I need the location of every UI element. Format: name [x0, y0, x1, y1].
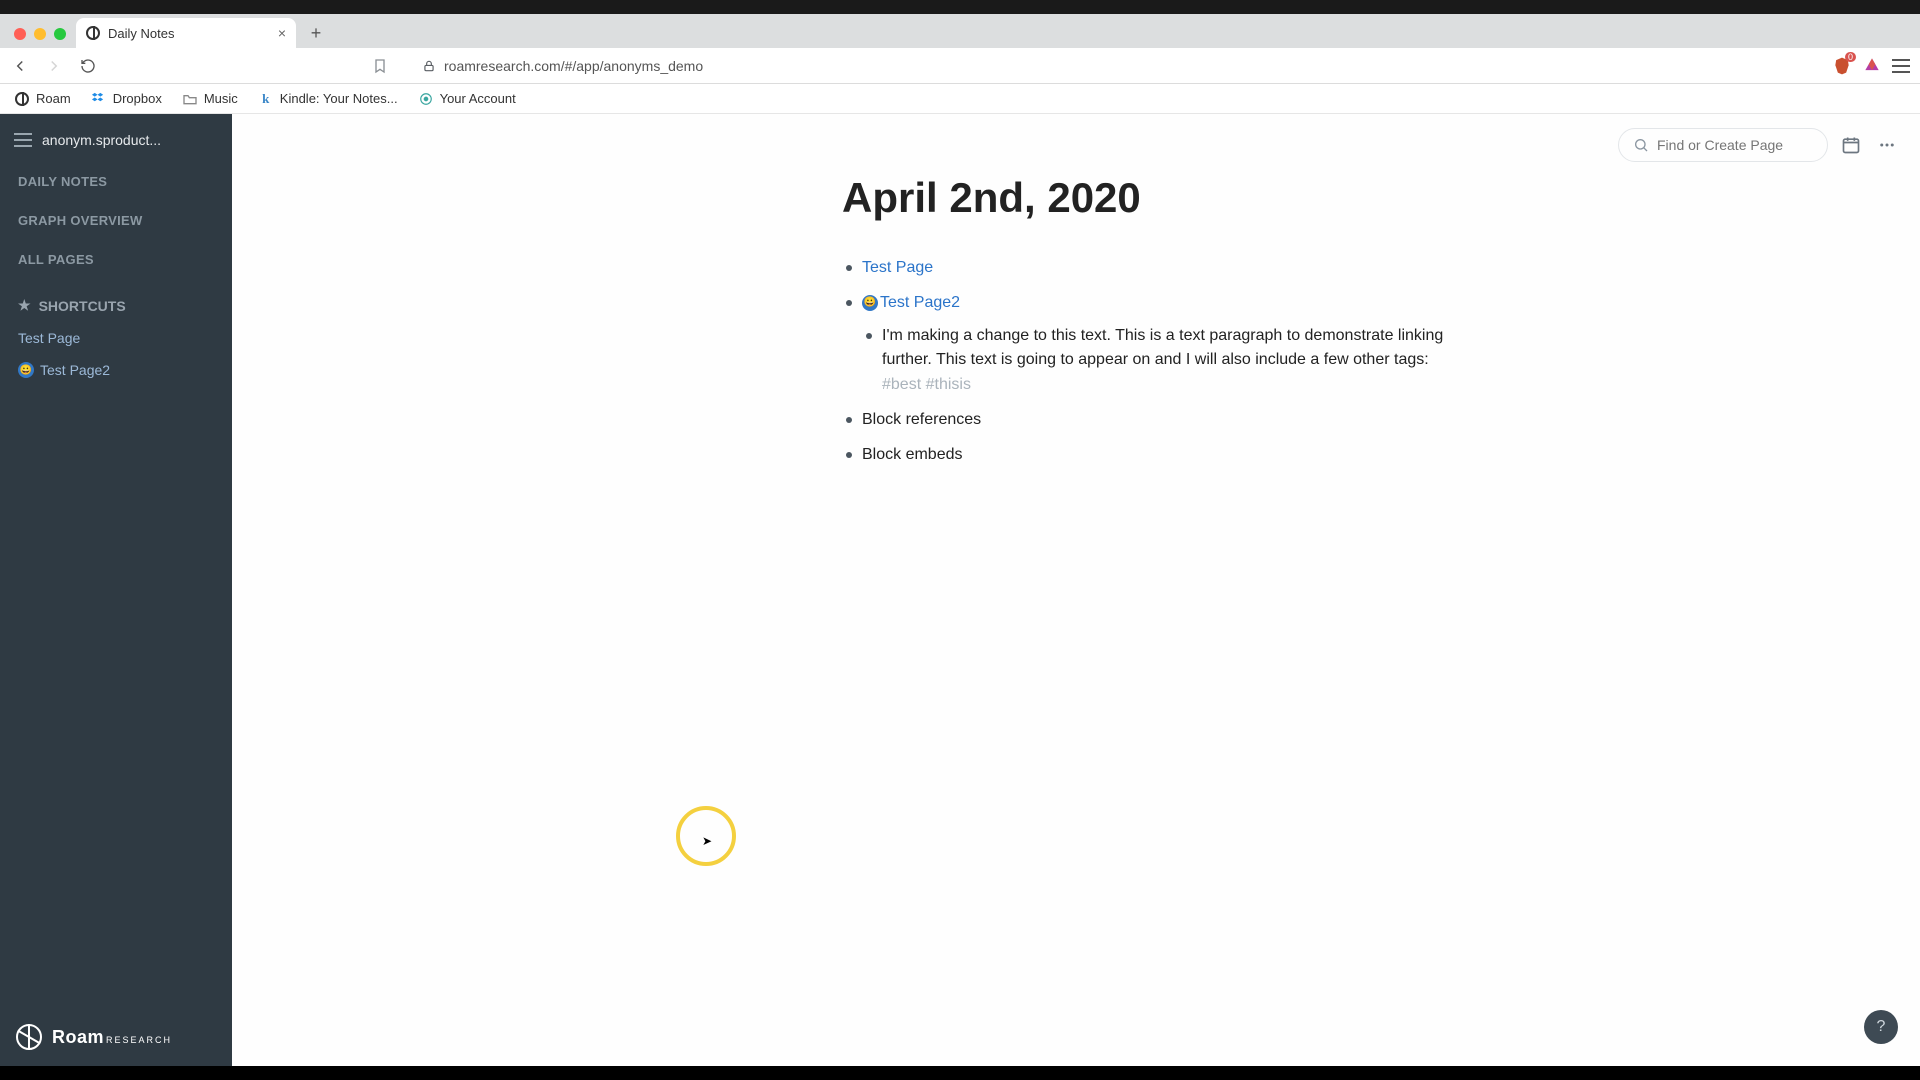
shortcuts-header: ★ SHORTCUTS: [0, 279, 232, 322]
close-tab-button[interactable]: ×: [278, 25, 286, 41]
block[interactable]: 😀Test Page2 I'm making a change to this …: [842, 291, 1462, 398]
collapse-sidebar-button[interactable]: [14, 133, 32, 147]
lock-icon: [422, 59, 436, 73]
bookmark-dropbox[interactable]: Dropbox: [91, 91, 162, 107]
calendar-button[interactable]: [1838, 132, 1864, 158]
reload-button[interactable]: [78, 56, 98, 76]
tab-title: Daily Notes: [108, 26, 174, 41]
bookmark-roam[interactable]: Roam: [14, 91, 71, 107]
star-icon: ★: [18, 297, 31, 314]
roam-app: anonym.sproduct... DAILY NOTES GRAPH OVE…: [0, 114, 1920, 1066]
roam-favicon-icon: [86, 26, 100, 40]
roam-icon: [14, 91, 30, 107]
block[interactable]: Block references: [842, 408, 1462, 433]
more-menu-button[interactable]: [1874, 132, 1900, 158]
bottom-letterbox: [0, 1066, 1920, 1080]
block-text: Block embeds: [862, 446, 963, 463]
shields-count-badge: 0: [1845, 52, 1856, 62]
cursor-icon: ➤: [702, 834, 712, 848]
roam-wordmark: RoamRESEARCH: [52, 1027, 172, 1048]
forward-button[interactable]: [44, 56, 64, 76]
close-window-button[interactable]: [14, 28, 26, 40]
search-bar[interactable]: [1618, 128, 1828, 162]
new-tab-button[interactable]: +: [304, 21, 328, 45]
dropbox-icon: [91, 91, 107, 107]
main-content: April 2nd, 2020 Test Page 😀Test Page2 I'…: [232, 114, 1920, 1066]
help-button[interactable]: ?: [1864, 1010, 1898, 1044]
top-actions: [1618, 128, 1900, 162]
folder-icon: [182, 91, 198, 107]
sidebar-item-all-pages[interactable]: ALL PAGES: [0, 240, 232, 279]
bookmark-music[interactable]: Music: [182, 91, 238, 107]
emoji-icon: 😀: [18, 362, 34, 378]
bookmark-kindle[interactable]: k Kindle: Your Notes...: [258, 91, 398, 107]
back-button[interactable]: [10, 56, 30, 76]
document: April 2nd, 2020 Test Page 😀Test Page2 I'…: [842, 174, 1462, 468]
browser-toolbar: roamresearch.com/#/app/anonyms_demo 0: [0, 48, 1920, 84]
window-controls: [8, 28, 76, 48]
page-link-test-page2[interactable]: Test Page2: [880, 294, 960, 311]
shortcut-test-page2[interactable]: 😀 Test Page2: [0, 354, 232, 386]
url-text: roamresearch.com/#/app/anonyms_demo: [444, 58, 703, 74]
page-link-test-page[interactable]: Test Page: [862, 259, 933, 276]
kindle-icon: k: [258, 91, 274, 107]
macos-titlebar: [0, 0, 1920, 14]
block-child[interactable]: I'm making a change to this text. This i…: [862, 324, 1462, 398]
block[interactable]: Block embeds: [842, 443, 1462, 468]
sidebar-item-graph-overview[interactable]: GRAPH OVERVIEW: [0, 201, 232, 240]
sidebar: anonym.sproduct... DAILY NOTES GRAPH OVE…: [0, 114, 232, 1066]
database-name[interactable]: anonym.sproduct...: [42, 132, 161, 148]
sidebar-footer: RoamRESEARCH: [0, 1008, 232, 1066]
emoji-icon: 😀: [862, 295, 878, 311]
roam-logo-icon[interactable]: [16, 1024, 42, 1050]
minimize-window-button[interactable]: [34, 28, 46, 40]
bookmarks-bar: Roam Dropbox Music k Kindle: Your Notes.…: [0, 84, 1920, 114]
bookmark-your-account[interactable]: Your Account: [418, 91, 516, 107]
target-icon: [418, 91, 434, 107]
browser-tab-strip: Daily Notes × +: [0, 14, 1920, 48]
page-title[interactable]: April 2nd, 2020: [842, 174, 1462, 222]
sidebar-item-daily-notes[interactable]: DAILY NOTES: [0, 162, 232, 201]
browser-menu-button[interactable]: [1892, 59, 1910, 73]
maximize-window-button[interactable]: [54, 28, 66, 40]
tag-thisis[interactable]: #thisis: [926, 376, 971, 393]
tag-best[interactable]: #best: [882, 376, 921, 393]
browser-tab[interactable]: Daily Notes ×: [76, 18, 296, 48]
block-text: I'm making a change to this text. This i…: [882, 327, 1443, 369]
address-bar[interactable]: roamresearch.com/#/app/anonyms_demo: [372, 58, 703, 74]
block[interactable]: Test Page: [842, 256, 1462, 281]
search-input[interactable]: [1657, 137, 1807, 153]
block-text: Block references: [862, 411, 981, 428]
brave-rewards-icon[interactable]: [1862, 56, 1882, 76]
brave-shields-icon[interactable]: 0: [1832, 56, 1852, 76]
shortcut-test-page[interactable]: Test Page: [0, 322, 232, 354]
bookmark-ribbon-icon[interactable]: [372, 58, 388, 74]
search-icon: [1633, 137, 1649, 153]
